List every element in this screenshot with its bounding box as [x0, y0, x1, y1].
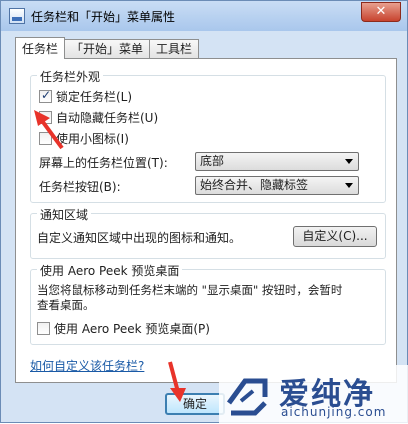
notification-area-group: 通知区域 自定义通知区域中出现的图标和通知。 自定义(C)...	[30, 206, 386, 259]
title-bar[interactable]: 任务栏和「开始」菜单属性 ✕	[1, 1, 407, 31]
buttons-label: 任务栏按钮(B):	[39, 180, 121, 194]
aero-peek-description-2: 查看桌面。	[37, 298, 95, 312]
help-link[interactable]: 如何自定义该任务栏?	[30, 357, 144, 374]
buttons-value: 始终合并、隐藏标签	[200, 178, 309, 192]
lock-taskbar-checkbox[interactable]	[39, 88, 52, 103]
group-title-notification: 通知区域	[37, 206, 92, 223]
tab-toolbars[interactable]: 工具栏	[149, 39, 200, 59]
small-icons-label: 使用小图标(I)	[56, 132, 129, 146]
group-title-aero-peek: 使用 Aero Peek 预览桌面	[37, 262, 183, 279]
small-icons-checkbox[interactable]	[39, 132, 52, 145]
tab-strip: 任务栏 「开始」菜单 工具栏	[15, 37, 200, 59]
chevron-down-icon	[345, 159, 353, 164]
autohide-label: 自动隐藏任务栏(U)	[56, 111, 159, 125]
watermark-logo-icon	[226, 378, 268, 416]
customize-button[interactable]: 自定义(C)...	[293, 226, 377, 247]
group-title-appearance: 任务栏外观	[37, 68, 104, 85]
location-value: 底部	[200, 154, 225, 168]
notification-text: 自定义通知区域中出现的图标和通知。	[37, 231, 242, 245]
aero-peek-checkbox[interactable]	[37, 322, 50, 335]
aero-peek-row[interactable]: 使用 Aero Peek 预览桌面(P)	[37, 320, 210, 337]
small-icons-row[interactable]: 使用小图标(I)	[39, 130, 129, 147]
tab-panel: 任务栏外观 锁定任务栏(L) 自动隐藏任务栏(U) 使用小图标(I) 屏幕上的任…	[15, 58, 397, 383]
taskbar-icon	[9, 8, 25, 24]
properties-window: 任务栏和「开始」菜单属性 ✕ 任务栏 「开始」菜单 工具栏 任务栏外观 锁定任务…	[0, 0, 408, 424]
watermark-url: aichunjing.com	[281, 405, 387, 419]
close-button[interactable]: ✕	[361, 2, 401, 22]
tab-taskbar[interactable]: 任务栏	[15, 37, 66, 59]
tab-start-menu[interactable]: 「开始」菜单	[64, 39, 151, 59]
location-select[interactable]: 底部	[195, 152, 359, 171]
chevron-down-icon	[345, 183, 353, 188]
location-label: 屏幕上的任务栏位置(T):	[39, 156, 168, 170]
watermark: 爱纯净 aichunjing.com	[219, 365, 408, 424]
lock-taskbar-row[interactable]: 锁定任务栏(L)	[39, 88, 132, 105]
aero-peek-label: 使用 Aero Peek 预览桌面(P)	[54, 322, 210, 336]
aero-peek-group: 使用 Aero Peek 预览桌面 当您将鼠标移动到任务栏末端的 "显示桌面" …	[30, 262, 386, 345]
lock-taskbar-label: 锁定任务栏(L)	[56, 90, 133, 104]
taskbar-appearance-group: 任务栏外观 锁定任务栏(L) 自动隐藏任务栏(U) 使用小图标(I) 屏幕上的任…	[30, 68, 386, 203]
buttons-select[interactable]: 始终合并、隐藏标签	[195, 176, 359, 195]
autohide-checkbox[interactable]	[39, 111, 52, 124]
autohide-row[interactable]: 自动隐藏任务栏(U)	[39, 109, 158, 126]
aero-peek-description-1: 当您将鼠标移动到任务栏末端的 "显示桌面" 按钮时，会暂时	[37, 283, 343, 297]
ok-button[interactable]: 确定	[165, 393, 225, 415]
window-title: 任务栏和「开始」菜单属性	[31, 10, 176, 24]
